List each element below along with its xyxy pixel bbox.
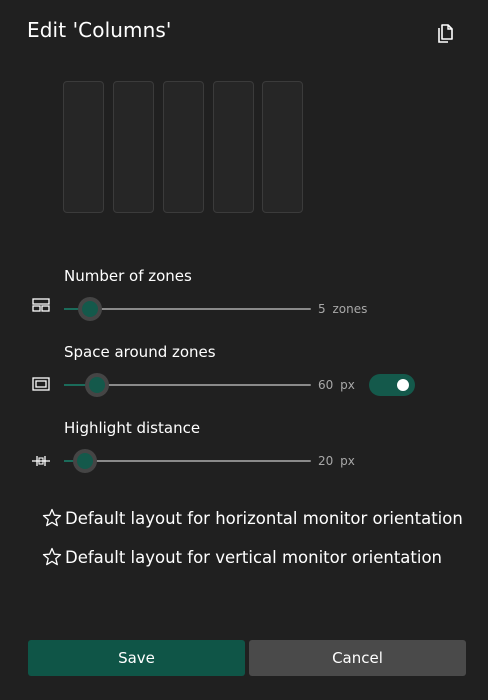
duplicate-layout-button[interactable]: [433, 24, 457, 48]
slider-thumb[interactable]: [73, 449, 97, 473]
value-unit: px: [340, 454, 355, 468]
cancel-button[interactable]: Cancel: [249, 640, 466, 676]
number-of-zones-value: 5 zones: [318, 302, 367, 316]
highlight-distance-slider[interactable]: [64, 449, 311, 473]
value-unit: zones: [332, 302, 368, 316]
highlight-distance-label: Highlight distance: [64, 419, 201, 437]
space-around-zones-value: 60 px: [318, 378, 355, 392]
default-vertical-option[interactable]: Default layout for vertical monitor orie…: [41, 546, 442, 568]
default-horizontal-label: Default layout for horizontal monitor or…: [65, 508, 463, 528]
space-around-zones-label: Space around zones: [64, 343, 216, 361]
zone-preview: [262, 81, 303, 213]
slider-thumb[interactable]: [78, 297, 102, 321]
default-horizontal-option[interactable]: Default layout for horizontal monitor or…: [41, 507, 463, 529]
zone-grid-icon: [31, 297, 51, 313]
star-outline-icon[interactable]: [41, 546, 63, 568]
value-number: 60: [318, 378, 334, 392]
value-number: 20: [318, 454, 334, 468]
zone-preview: [163, 81, 204, 213]
highlight-distance-value: 20 px: [318, 454, 355, 468]
toggle-knob: [397, 379, 409, 391]
slider-track[interactable]: [64, 460, 311, 462]
number-of-zones-slider[interactable]: [64, 297, 311, 321]
default-vertical-label: Default layout for vertical monitor orie…: [65, 547, 443, 567]
space-around-zones-toggle[interactable]: [369, 374, 415, 396]
star-outline-icon[interactable]: [41, 507, 63, 529]
zone-preview: [113, 81, 154, 213]
distance-icon: [31, 453, 51, 469]
space-around-zones-slider[interactable]: [64, 373, 311, 397]
value-number: 5: [318, 302, 326, 316]
dialog-title: Edit 'Columns': [27, 18, 172, 42]
slider-thumb[interactable]: [85, 373, 109, 397]
number-of-zones-label: Number of zones: [64, 267, 192, 285]
zone-preview: [213, 81, 254, 213]
copy-icon: [436, 24, 454, 48]
layout-preview: [63, 81, 306, 215]
save-button[interactable]: Save: [28, 640, 245, 676]
value-unit: px: [340, 378, 355, 392]
zone-preview: [63, 81, 104, 213]
rectangle-frame-icon: [31, 376, 51, 392]
